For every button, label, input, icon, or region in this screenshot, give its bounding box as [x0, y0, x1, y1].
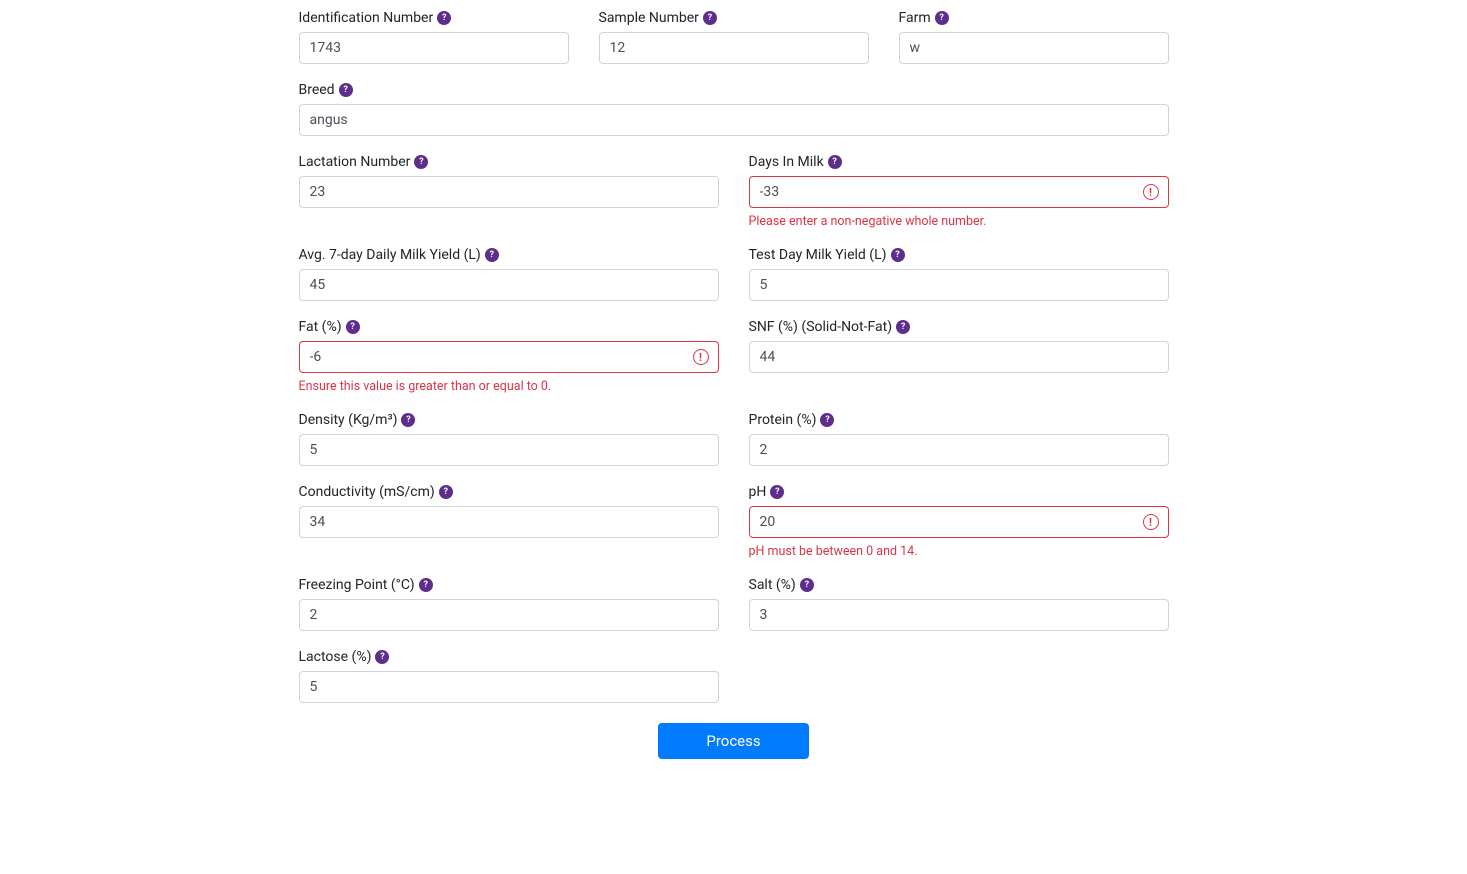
label-test-day-yield: Test Day Milk Yield (L) ?	[749, 247, 1169, 263]
help-icon[interactable]: ?	[935, 11, 949, 25]
input-conductivity[interactable]	[299, 506, 719, 538]
help-icon[interactable]: ?	[401, 413, 415, 427]
input-farm[interactable]	[899, 32, 1169, 64]
help-icon[interactable]: ?	[703, 11, 717, 25]
label-conductivity: Conductivity (mS/cm) ?	[299, 484, 719, 500]
input-days-in-milk[interactable]	[749, 176, 1169, 208]
error-ph: pH must be between 0 and 14.	[749, 544, 1169, 559]
input-sample-number[interactable]	[599, 32, 869, 64]
input-breed[interactable]	[299, 104, 1169, 136]
label-ph: pH ?	[749, 484, 1169, 500]
help-icon[interactable]: ?	[439, 485, 453, 499]
help-icon[interactable]: ?	[820, 413, 834, 427]
help-icon[interactable]: ?	[770, 485, 784, 499]
help-icon[interactable]: ?	[339, 83, 353, 97]
field-salt: Salt (%) ?	[749, 577, 1169, 631]
field-density: Density (Kg/m³) ?	[299, 412, 719, 466]
label-density: Density (Kg/m³) ?	[299, 412, 719, 428]
field-farm: Farm ?	[899, 10, 1169, 64]
label-farm: Farm ?	[899, 10, 1169, 26]
field-snf: SNF (%) (Solid-Not-Fat) ?	[749, 319, 1169, 394]
label-protein: Protein (%) ?	[749, 412, 1169, 428]
input-lactation-number[interactable]	[299, 176, 719, 208]
input-identification-number[interactable]	[299, 32, 569, 64]
error-icon: !	[693, 349, 709, 365]
field-lactose: Lactose (%) ?	[299, 649, 719, 703]
field-fat: Fat (%) ? ! Ensure this value is greater…	[299, 319, 719, 394]
help-icon[interactable]: ?	[414, 155, 428, 169]
input-density[interactable]	[299, 434, 719, 466]
label-fat: Fat (%) ?	[299, 319, 719, 335]
field-ph: pH ? ! pH must be between 0 and 14.	[749, 484, 1169, 559]
field-lactation-number: Lactation Number ?	[299, 154, 719, 229]
label-days-in-milk: Days In Milk ?	[749, 154, 1169, 170]
label-snf: SNF (%) (Solid-Not-Fat) ?	[749, 319, 1169, 335]
input-salt[interactable]	[749, 599, 1169, 631]
error-days-in-milk: Please enter a non-negative whole number…	[749, 214, 1169, 229]
help-icon[interactable]: ?	[485, 248, 499, 262]
field-avg-7day-yield: Avg. 7-day Daily Milk Yield (L) ?	[299, 247, 719, 301]
input-avg-7day-yield[interactable]	[299, 269, 719, 301]
process-button[interactable]: Process	[658, 723, 808, 759]
input-lactose[interactable]	[299, 671, 719, 703]
help-icon[interactable]: ?	[896, 320, 910, 334]
label-salt: Salt (%) ?	[749, 577, 1169, 593]
input-snf[interactable]	[749, 341, 1169, 373]
label-breed: Breed ?	[299, 82, 1169, 98]
help-icon[interactable]: ?	[891, 248, 905, 262]
field-conductivity: Conductivity (mS/cm) ?	[299, 484, 719, 559]
field-identification-number: Identification Number ?	[299, 10, 569, 64]
field-freezing-point: Freezing Point (°C) ?	[299, 577, 719, 631]
field-sample-number: Sample Number ?	[599, 10, 869, 64]
help-icon[interactable]: ?	[437, 11, 451, 25]
input-fat[interactable]	[299, 341, 719, 373]
help-icon[interactable]: ?	[375, 650, 389, 664]
label-identification-number: Identification Number ?	[299, 10, 569, 26]
help-icon[interactable]: ?	[828, 155, 842, 169]
error-icon: !	[1143, 184, 1159, 200]
help-icon[interactable]: ?	[800, 578, 814, 592]
form-container: Identification Number ? Sample Number ? …	[299, 0, 1169, 779]
input-protein[interactable]	[749, 434, 1169, 466]
field-protein: Protein (%) ?	[749, 412, 1169, 466]
label-freezing-point: Freezing Point (°C) ?	[299, 577, 719, 593]
error-fat: Ensure this value is greater than or equ…	[299, 379, 719, 394]
help-icon[interactable]: ?	[419, 578, 433, 592]
label-sample-number: Sample Number ?	[599, 10, 869, 26]
label-lactation-number: Lactation Number ?	[299, 154, 719, 170]
help-icon[interactable]: ?	[346, 320, 360, 334]
error-icon: !	[1143, 514, 1159, 530]
field-days-in-milk: Days In Milk ? ! Please enter a non-nega…	[749, 154, 1169, 229]
label-avg-7day-yield: Avg. 7-day Daily Milk Yield (L) ?	[299, 247, 719, 263]
field-breed: Breed ?	[299, 82, 1169, 136]
input-freezing-point[interactable]	[299, 599, 719, 631]
label-lactose: Lactose (%) ?	[299, 649, 719, 665]
input-ph[interactable]	[749, 506, 1169, 538]
field-test-day-yield: Test Day Milk Yield (L) ?	[749, 247, 1169, 301]
input-test-day-yield[interactable]	[749, 269, 1169, 301]
